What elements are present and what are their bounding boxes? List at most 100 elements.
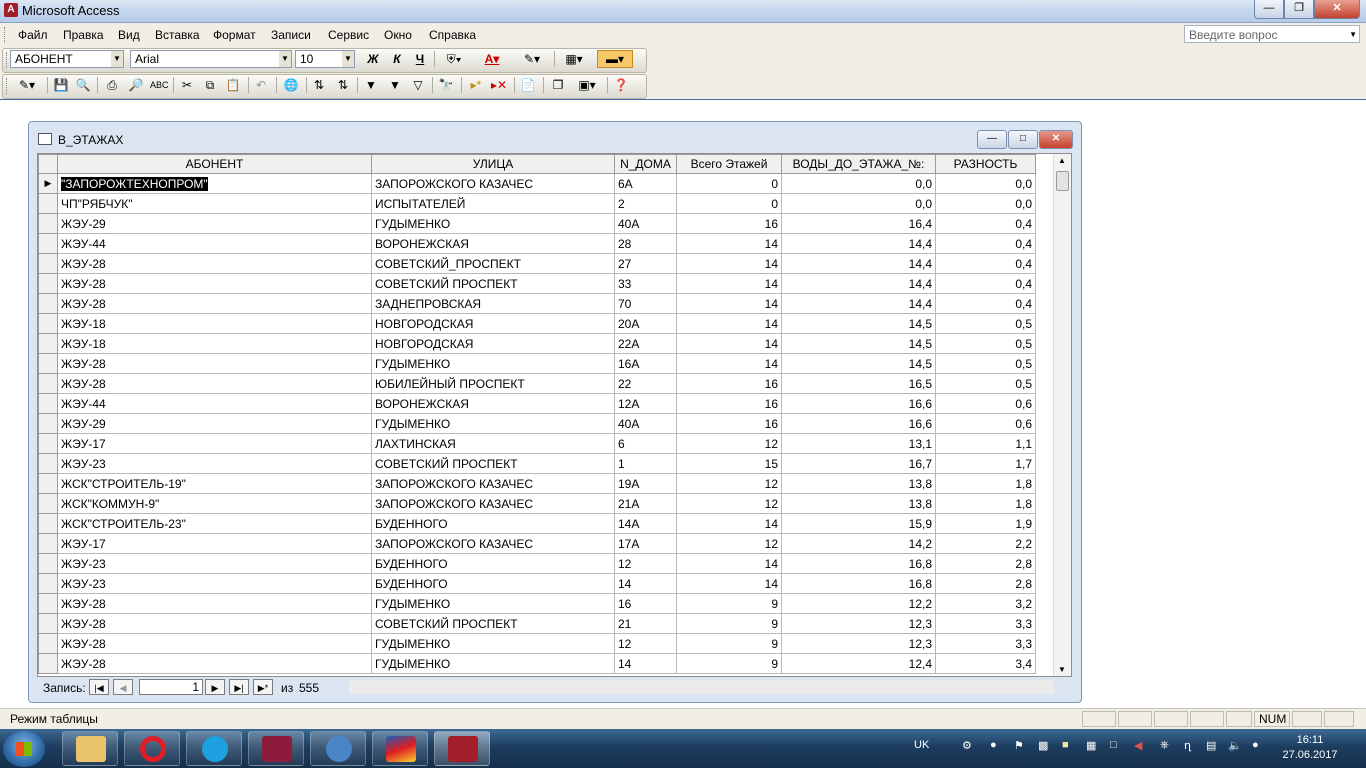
cell-subscriber[interactable]: ЖЭУ-28 [57, 353, 372, 374]
help-question-box[interactable]: Введите вопрос ▼ [1184, 25, 1360, 43]
cell-difference[interactable]: 2,8 [935, 553, 1036, 574]
table-row[interactable]: ЖЭУ-18 НОВГОРОДСКАЯ 20А 14 14,5 0,5 [38, 313, 1036, 334]
cell-street[interactable]: ГУДЫМЕНКО [371, 593, 615, 614]
notes-icon[interactable]: ■ [1062, 739, 1069, 751]
cell-total-floors[interactable]: 14 [676, 273, 782, 294]
cell-subscriber[interactable]: ЖЭУ-23 [57, 573, 372, 594]
cell-total-floors[interactable]: 14 [676, 253, 782, 274]
table-row[interactable]: ЧП"РЯБЧУК" ИСПЫТАТЕЛЕЙ 2 0 0,0 0,0 [38, 193, 1036, 214]
row-selector[interactable] [38, 353, 58, 374]
vertical-scrollbar[interactable]: ▲ ▼ [1053, 154, 1071, 676]
cell-house-number[interactable]: 33 [614, 273, 677, 294]
cell-water-to-floor[interactable]: 16,8 [781, 573, 936, 594]
table-row[interactable]: ЖЭУ-28 ГУДЫМЕНКО 12 9 12,3 3,3 [38, 633, 1036, 654]
cell-street[interactable]: ГУДЫМЕНКО [371, 653, 615, 674]
file-search-icon[interactable]: 🔍 [74, 77, 92, 93]
chevron-down-icon[interactable]: ▼ [342, 51, 354, 67]
cell-house-number[interactable]: 12 [614, 633, 677, 654]
usb-icon[interactable]: ⎈ [1160, 739, 1169, 752]
menu-edit[interactable]: Правка [63, 28, 104, 42]
taskbar-access[interactable] [434, 731, 490, 766]
cell-water-to-floor[interactable]: 16,4 [781, 213, 936, 234]
cell-difference[interactable]: 1,1 [935, 433, 1036, 454]
cell-total-floors[interactable]: 12 [676, 473, 782, 494]
cell-street[interactable]: ГУДЫМЕНКО [371, 633, 615, 654]
cell-water-to-floor[interactable]: 16,6 [781, 413, 936, 434]
column-header-total-floors[interactable]: Всего Этажей [676, 154, 782, 174]
view-icon[interactable]: ✎▾ [11, 77, 43, 93]
database-window-icon[interactable]: ❐ [549, 77, 567, 93]
chevron-down-icon[interactable]: ▼ [111, 51, 123, 67]
cell-water-to-floor[interactable]: 12,4 [781, 653, 936, 674]
cell-subscriber[interactable]: ЧП"РЯБЧУК" [57, 193, 372, 214]
cell-street[interactable]: БУДЕННОГО [371, 513, 615, 534]
tray-app-icon[interactable]: □ [1110, 739, 1117, 751]
cell-house-number[interactable]: 21А [614, 493, 677, 514]
cell-difference[interactable]: 0,4 [935, 213, 1036, 234]
copy-icon[interactable]: ⧉ [201, 77, 219, 93]
cell-total-floors[interactable]: 14 [676, 353, 782, 374]
cell-subscriber[interactable]: ЖЭУ-18 [57, 333, 372, 354]
row-selector[interactable] [38, 433, 58, 454]
row-selector[interactable] [38, 533, 58, 554]
cell-total-floors[interactable]: 9 [676, 593, 782, 614]
save-icon[interactable]: 💾 [52, 77, 70, 93]
tray-app-icon[interactable]: ● [990, 739, 997, 751]
sort-ascending-icon[interactable]: ⇅ [310, 77, 328, 93]
cell-total-floors[interactable]: 9 [676, 653, 782, 674]
table-row[interactable]: ЖЭУ-17 ЗАПОРОЖСКОГО КАЗАЧЕС 17А 12 14,2 2,2 [38, 533, 1036, 554]
cell-house-number[interactable]: 12 [614, 553, 677, 574]
table-row[interactable]: ЖЭУ-29 ГУДЫМЕНКО 40А 16 16,6 0,6 [38, 413, 1036, 434]
cell-subscriber[interactable]: ЖЭУ-28 [57, 373, 372, 394]
cell-total-floors[interactable]: 12 [676, 433, 782, 454]
cell-house-number[interactable]: 40А [614, 213, 677, 234]
taskbar-clock[interactable]: 16:11 27.06.2017 [1270, 733, 1350, 763]
cell-total-floors[interactable]: 14 [676, 293, 782, 314]
cell-total-floors[interactable]: 14 [676, 513, 782, 534]
close-button[interactable]: ✕ [1314, 0, 1360, 19]
cell-house-number[interactable]: 1 [614, 453, 677, 474]
row-selector[interactable] [38, 193, 58, 214]
cell-difference[interactable]: 0,6 [935, 393, 1036, 414]
scroll-up-icon[interactable]: ▲ [1058, 156, 1066, 165]
table-row[interactable]: ЖЭУ-18 НОВГОРОДСКАЯ 22А 14 14,5 0,5 [38, 333, 1036, 354]
cell-subscriber[interactable]: ЖСК"СТРОИТЕЛЬ-23" [57, 513, 372, 534]
cell-difference[interactable]: 0,4 [935, 233, 1036, 254]
start-button[interactable] [3, 731, 45, 767]
tray-app-icon[interactable]: ● [1252, 739, 1259, 751]
cell-total-floors[interactable]: 16 [676, 393, 782, 414]
table-row[interactable]: ЖЭУ-28 СОВЕТСКИЙ ПРОСПЕКТ 33 14 14,4 0,4 [38, 273, 1036, 294]
table-row[interactable]: ЖЭУ-23 СОВЕТСКИЙ ПРОСПЕКТ 1 15 16,7 1,7 [38, 453, 1036, 474]
row-selector[interactable] [38, 253, 58, 274]
italic-button[interactable]: К [389, 51, 405, 67]
cell-total-floors[interactable]: 14 [676, 573, 782, 594]
cell-street[interactable]: ЮБИЛЕЙНЫЙ ПРОСПЕКТ [371, 373, 615, 394]
properties-icon[interactable]: 📄 [519, 77, 537, 93]
cell-subscriber[interactable]: ЖСК"СТРОИТЕЛЬ-19" [57, 473, 372, 494]
row-selector[interactable] [38, 513, 58, 534]
table-row[interactable]: ЖЭУ-23 БУДЕННОГО 14 14 16,8 2,8 [38, 573, 1036, 594]
row-selector[interactable] [38, 213, 58, 234]
cell-street[interactable]: ВОРОНЕЖСКАЯ [371, 233, 615, 254]
cell-house-number[interactable]: 28 [614, 233, 677, 254]
cell-street[interactable]: ИСПЫТАТЕЛЕЙ [371, 193, 615, 214]
menu-view[interactable]: Вид [118, 28, 140, 42]
filter-by-selection-icon[interactable]: ▼ [362, 77, 380, 93]
help-icon[interactable]: ❓ [612, 77, 630, 93]
corner-selector[interactable] [38, 154, 58, 174]
cell-subscriber[interactable]: ЖЭУ-23 [57, 453, 372, 474]
cell-water-to-floor[interactable]: 15,9 [781, 513, 936, 534]
cell-street[interactable]: НОВГОРОДСКАЯ [371, 333, 615, 354]
cell-house-number[interactable]: 16 [614, 593, 677, 614]
cell-subscriber[interactable]: ЖЭУ-28 [57, 653, 372, 674]
toolbar-grip[interactable] [6, 78, 10, 94]
cell-total-floors[interactable]: 9 [676, 633, 782, 654]
column-header-water-to-floor[interactable]: ВОДЫ_ДО_ЭТАЖА_№: [781, 154, 936, 174]
cell-street[interactable]: ЗАПОРОЖСКОГО КАЗАЧЕС [371, 493, 615, 514]
current-record-field[interactable]: 1 [139, 679, 203, 695]
cell-difference[interactable]: 0,0 [935, 193, 1036, 214]
cell-street[interactable]: СОВЕТСКИЙ ПРОСПЕКТ [371, 453, 615, 474]
print-preview-icon[interactable]: 🔎 [127, 77, 145, 93]
apply-filter-icon[interactable]: ▽ [409, 77, 427, 93]
cell-house-number[interactable]: 21 [614, 613, 677, 634]
